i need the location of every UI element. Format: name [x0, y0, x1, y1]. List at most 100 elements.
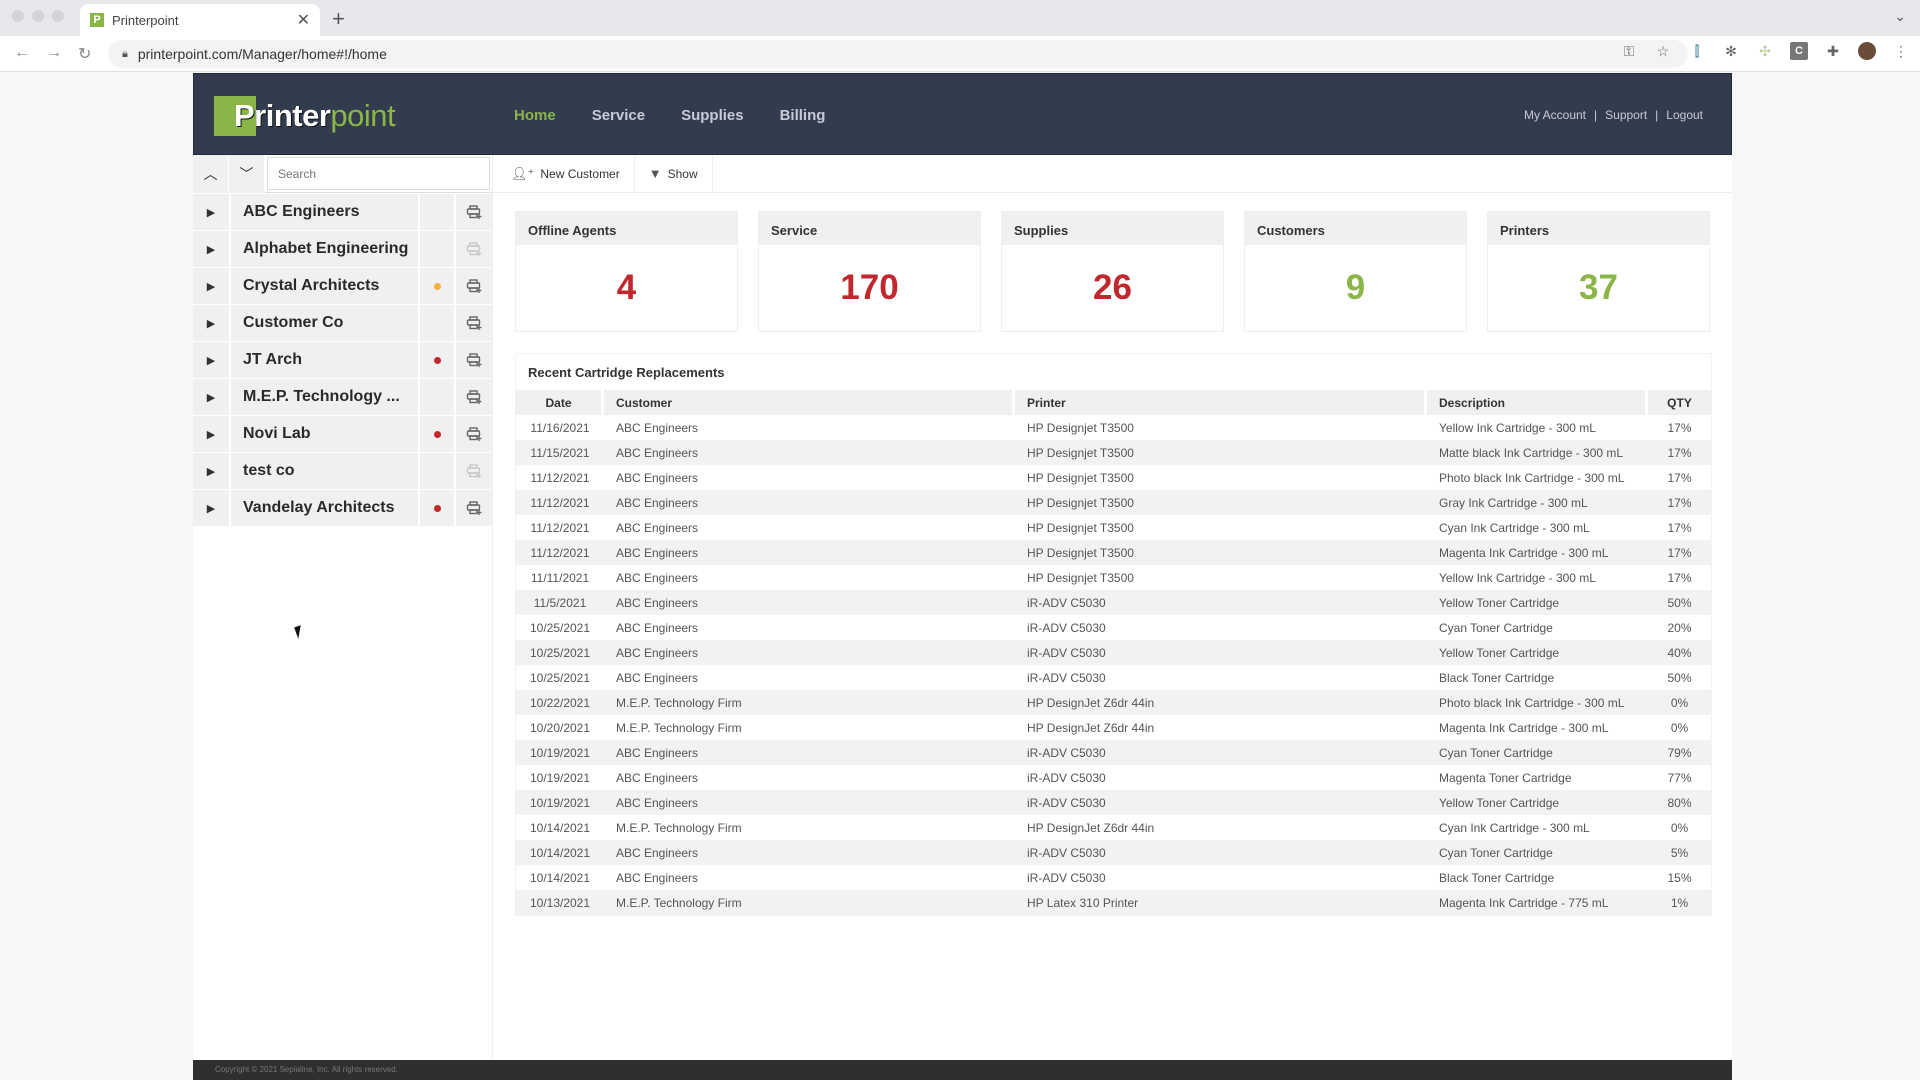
key-icon[interactable]: ⚿: [1620, 42, 1638, 60]
customer-name[interactable]: Customer Co: [231, 305, 418, 341]
customer-row[interactable]: ▶ M.E.P. Technology ...: [193, 379, 492, 415]
puzzle-extensions-icon[interactable]: ✚: [1824, 42, 1842, 60]
column-header-qty[interactable]: QTY: [1648, 390, 1711, 415]
customer-row[interactable]: ▶ Alphabet Engineering: [193, 231, 492, 267]
column-header-customer[interactable]: Customer: [604, 390, 1015, 415]
logout-link[interactable]: Logout: [1666, 108, 1703, 122]
extension-grid-icon[interactable]: ✣: [1756, 42, 1774, 60]
customer-name[interactable]: Alphabet Engineering: [231, 231, 418, 267]
table-row[interactable]: 11/11/2021 ABC Engineers HP Designjet T350…: [516, 565, 1711, 590]
column-header-printer[interactable]: Printer: [1015, 390, 1427, 415]
summary-card[interactable]: Printers 37: [1487, 211, 1710, 332]
expand-caret-icon[interactable]: ▶: [193, 305, 229, 341]
tab-search-chevron-icon[interactable]: ⌄: [1894, 8, 1906, 25]
customer-name[interactable]: Novi Lab: [231, 416, 418, 452]
show-filter-button[interactable]: ▼ Show: [649, 154, 713, 193]
customer-row[interactable]: ▶ ABC Engineers: [193, 194, 492, 230]
table-row[interactable]: 11/5/2021 ABC Engineers iR-ADV C5030 Yellow…: [516, 590, 1711, 615]
table-row[interactable]: 10/22/2021 M.E.P. Technology Firm HP Desig…: [516, 690, 1711, 715]
summary-card[interactable]: Offline Agents 4: [515, 211, 738, 332]
forward-arrow-icon[interactable]: →: [46, 44, 62, 62]
nav-supplies[interactable]: Supplies: [681, 107, 744, 124]
reload-icon[interactable]: ↻: [78, 44, 91, 64]
add-printer-icon[interactable]: [456, 268, 492, 304]
add-printer-icon[interactable]: [456, 194, 492, 230]
new-customer-button[interactable]: 👤︎⁺ New Customer: [511, 154, 635, 193]
table-row[interactable]: 10/20/2021 M.E.P. Technology Firm HP Desig…: [516, 715, 1711, 740]
browser-tab[interactable]: P Printerpoint ✕: [80, 4, 320, 36]
my-account-link[interactable]: My Account: [1524, 108, 1586, 122]
expand-caret-icon[interactable]: ▶: [193, 342, 229, 378]
summary-card[interactable]: Service 170: [758, 211, 981, 332]
close-tab-icon[interactable]: ✕: [297, 10, 310, 30]
profile-avatar[interactable]: [1858, 42, 1876, 60]
table-row[interactable]: 11/12/2021 ABC Engineers HP Designjet T350…: [516, 540, 1711, 565]
printerpoint-logo[interactable]: Printerpoint: [214, 96, 396, 136]
customer-name[interactable]: JT Arch: [231, 342, 418, 378]
nav-billing[interactable]: Billing: [780, 107, 826, 124]
customer-search-input[interactable]: [267, 157, 490, 190]
close-window-button[interactable]: [12, 10, 24, 22]
new-tab-button[interactable]: +: [332, 6, 345, 32]
expand-caret-icon[interactable]: ▶: [193, 416, 229, 452]
table-row[interactable]: 10/14/2021 ABC Engineers iR-ADV C5030 Black…: [516, 865, 1711, 890]
add-printer-icon[interactable]: [456, 453, 492, 489]
table-row[interactable]: 11/16/2021 ABC Engineers HP Designjet T350…: [516, 415, 1711, 440]
add-printer-icon[interactable]: [456, 342, 492, 378]
add-printer-icon[interactable]: [456, 416, 492, 452]
expand-caret-icon[interactable]: ▶: [193, 453, 229, 489]
extension-asterisk-icon[interactable]: ✻: [1722, 42, 1740, 60]
extension-c-icon[interactable]: C: [1790, 42, 1808, 60]
collapse-all-button[interactable]: ︿: [193, 155, 229, 193]
expand-caret-icon[interactable]: ▶: [193, 379, 229, 415]
customer-row[interactable]: ▶ Customer Co: [193, 305, 492, 341]
table-row[interactable]: 11/12/2021 ABC Engineers HP Designjet T350…: [516, 465, 1711, 490]
table-row[interactable]: 10/19/2021 ABC Engineers iR-ADV C5030 Magen…: [516, 765, 1711, 790]
column-header-date[interactable]: Date: [516, 390, 604, 415]
cell-printer: HP Latex 310 Printer: [1015, 890, 1427, 915]
table-row[interactable]: 10/25/2021 ABC Engineers iR-ADV C5030 Black…: [516, 665, 1711, 690]
expand-all-button[interactable]: ﹀: [229, 155, 265, 193]
customer-name[interactable]: test co: [231, 453, 418, 489]
customer-row[interactable]: ▶ Vandelay Architects: [193, 490, 492, 526]
table-row[interactable]: 11/15/2021 ABC Engineers HP Designjet T350…: [516, 440, 1711, 465]
expand-caret-icon[interactable]: ▶: [193, 194, 229, 230]
star-bookmark-icon[interactable]: ☆: [1654, 42, 1672, 60]
customer-name[interactable]: Crystal Architects: [231, 268, 418, 304]
customer-name[interactable]: ABC Engineers: [231, 194, 418, 230]
customer-row[interactable]: ▶ Crystal Architects: [193, 268, 492, 304]
column-header-description[interactable]: Description: [1427, 390, 1648, 415]
expand-caret-icon[interactable]: ▶: [193, 268, 229, 304]
support-link[interactable]: Support: [1605, 108, 1647, 122]
table-row[interactable]: 10/25/2021 ABC Engineers iR-ADV C5030 Yello…: [516, 640, 1711, 665]
minimize-window-button[interactable]: [32, 10, 44, 22]
table-row[interactable]: 10/14/2021 ABC Engineers iR-ADV C5030 Cyan …: [516, 840, 1711, 865]
url-field[interactable]: 🔒︎ printerpoint.com/Manager/home#!/home: [108, 40, 1688, 68]
nav-home[interactable]: Home: [514, 107, 556, 124]
maximize-window-button[interactable]: [52, 10, 64, 22]
summary-card[interactable]: Customers 9: [1244, 211, 1467, 332]
customer-name[interactable]: Vandelay Architects: [231, 490, 418, 526]
summary-card[interactable]: Supplies 26: [1001, 211, 1224, 332]
table-row[interactable]: 10/25/2021 ABC Engineers iR-ADV C5030 Cyan …: [516, 615, 1711, 640]
table-row[interactable]: 10/19/2021 ABC Engineers iR-ADV C5030 Cyan …: [516, 740, 1711, 765]
add-printer-icon[interactable]: [456, 379, 492, 415]
customer-name[interactable]: M.E.P. Technology ...: [231, 379, 418, 415]
add-printer-icon[interactable]: [456, 490, 492, 526]
table-row[interactable]: 11/12/2021 ABC Engineers HP Designjet T350…: [516, 490, 1711, 515]
nav-service[interactable]: Service: [592, 107, 645, 124]
add-printer-icon[interactable]: [456, 231, 492, 267]
table-row[interactable]: 10/13/2021 M.E.P. Technology Firm HP Latex…: [516, 890, 1711, 915]
browser-menu-icon[interactable]: ⋮: [1892, 42, 1910, 60]
customer-row[interactable]: ▶ test co: [193, 453, 492, 489]
extension-bars-icon[interactable]: ⫿: [1688, 42, 1706, 60]
customer-row[interactable]: ▶ JT Arch: [193, 342, 492, 378]
table-row[interactable]: 10/14/2021 M.E.P. Technology Firm HP Desig…: [516, 815, 1711, 840]
add-printer-icon[interactable]: [456, 305, 492, 341]
expand-caret-icon[interactable]: ▶: [193, 490, 229, 526]
expand-caret-icon[interactable]: ▶: [193, 231, 229, 267]
customer-row[interactable]: ▶ Novi Lab: [193, 416, 492, 452]
back-arrow-icon[interactable]: ←: [14, 44, 30, 62]
table-row[interactable]: 11/12/2021 ABC Engineers HP Designjet T350…: [516, 515, 1711, 540]
table-row[interactable]: 10/19/2021 ABC Engineers iR-ADV C5030 Yello…: [516, 790, 1711, 815]
